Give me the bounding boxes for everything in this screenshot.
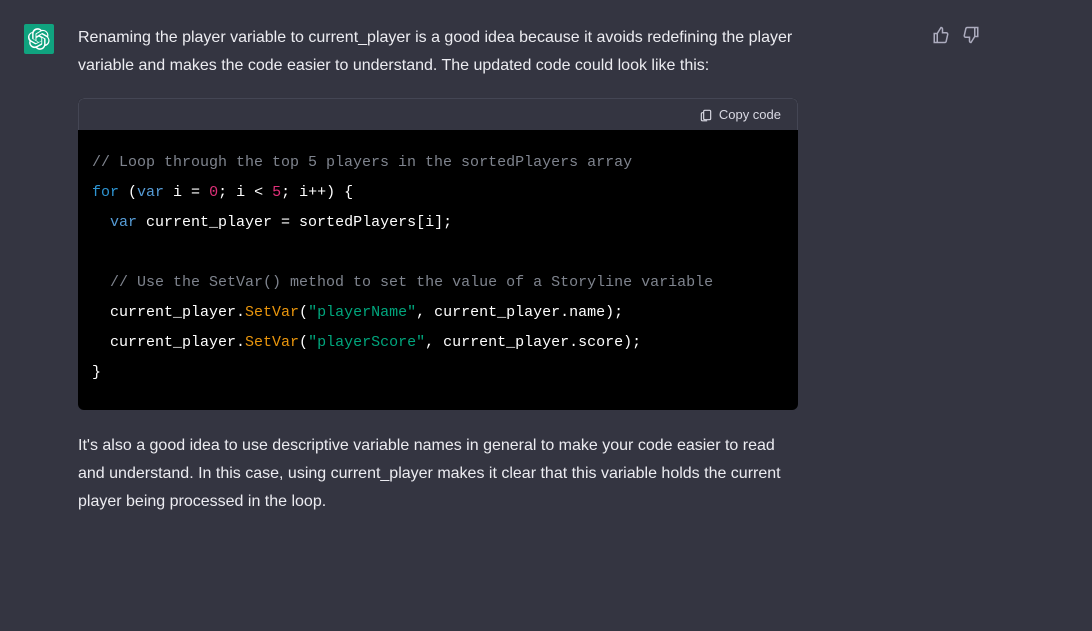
thumbs-down-button[interactable] [960,24,982,46]
clipboard-icon [699,108,713,122]
copy-code-label: Copy code [719,107,781,122]
message-content: Renaming the player variable to current_… [78,24,898,534]
code-pre: // Loop through the top 5 players in the… [78,130,798,410]
code-block-header: Copy code [78,98,798,130]
code-content: // Loop through the top 5 players in the… [92,154,713,381]
thumbs-up-button[interactable] [930,24,952,46]
avatar [24,24,54,54]
outro-paragraph: It's also a good idea to use descriptive… [78,432,798,516]
intro-paragraph: Renaming the player variable to current_… [78,24,798,80]
code-block: Copy code // Loop through the top 5 play… [78,98,798,410]
assistant-message: Renaming the player variable to current_… [0,0,1092,558]
openai-logo-icon [28,28,50,50]
message-actions [930,24,982,46]
thumbs-down-icon [962,26,980,44]
thumbs-up-icon [932,26,950,44]
copy-code-button[interactable]: Copy code [699,107,781,122]
